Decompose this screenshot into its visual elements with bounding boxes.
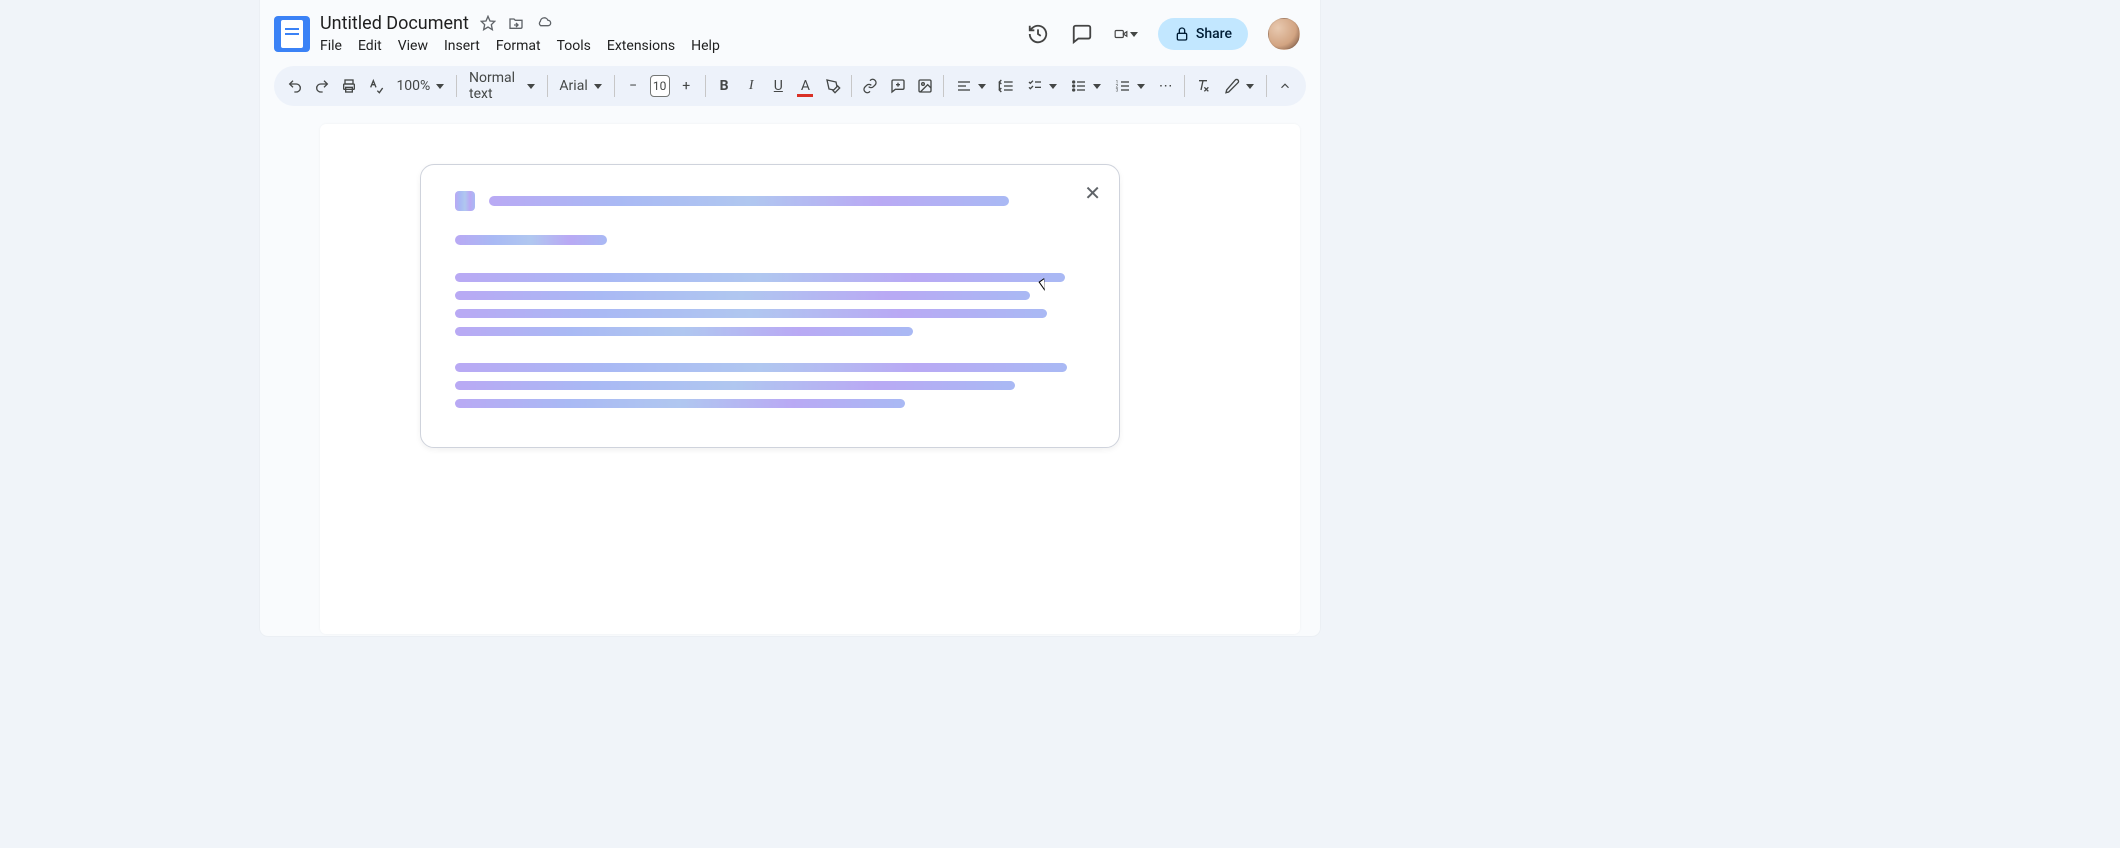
menu-view[interactable]: View [398, 36, 428, 56]
ai-loading-chip [455, 191, 475, 211]
clear-formatting-icon[interactable] [1193, 72, 1214, 100]
bulleted-list-dropdown[interactable] [1067, 78, 1105, 94]
paragraph-style-dropdown[interactable]: Normal text [465, 70, 539, 102]
chevron-down-icon [436, 84, 444, 89]
document-page[interactable]: ✕ [320, 124, 1300, 634]
numbered-list-dropdown[interactable]: 123 [1111, 78, 1149, 94]
spellcheck-icon[interactable] [365, 72, 386, 100]
meet-dropdown[interactable] [1114, 22, 1138, 46]
chevron-down-icon [527, 84, 535, 89]
hide-menus-icon[interactable] [1275, 72, 1296, 100]
increase-font-icon[interactable]: + [676, 72, 697, 100]
undo-icon[interactable] [284, 72, 305, 100]
line-spacing-icon[interactable] [996, 72, 1017, 100]
add-comment-icon[interactable] [887, 72, 908, 100]
chevron-down-icon [1130, 32, 1138, 37]
chevron-down-icon [594, 84, 602, 89]
text-color-letter: A [797, 78, 813, 94]
underline-button[interactable]: U [768, 72, 789, 100]
menu-bar: File Edit View Insert Format Tools Exten… [320, 36, 720, 56]
style-value: Normal text [469, 70, 521, 102]
italic-button[interactable]: I [741, 72, 762, 100]
title-and-menu: Untitled Document File Edit View Insert … [320, 13, 720, 56]
menu-insert[interactable]: Insert [444, 36, 480, 56]
font-family-dropdown[interactable]: Arial [555, 78, 605, 94]
ai-loading-line [455, 363, 1067, 372]
font-size-input[interactable]: 10 [650, 75, 670, 97]
menu-file[interactable]: File [320, 36, 342, 56]
menu-extensions[interactable]: Extensions [607, 36, 675, 56]
chevron-down-icon [1093, 84, 1101, 89]
decrease-font-icon[interactable]: − [622, 72, 643, 100]
ai-loading-title [489, 196, 1009, 206]
zoom-dropdown[interactable]: 100% [392, 78, 448, 94]
move-to-folder-icon[interactable] [507, 14, 525, 32]
chevron-down-icon [1246, 84, 1254, 89]
star-icon[interactable] [479, 14, 497, 32]
ai-loading-line [455, 309, 1047, 318]
svg-text:3: 3 [1116, 87, 1119, 93]
title-row: Untitled Document [320, 13, 720, 34]
bold-button[interactable]: B [714, 72, 735, 100]
docs-page-glyph [281, 20, 303, 48]
menu-tools[interactable]: Tools [557, 36, 591, 56]
cloud-saved-icon[interactable] [535, 14, 553, 32]
header-actions: Share [1026, 18, 1306, 50]
highlight-icon[interactable] [822, 72, 843, 100]
insert-image-icon[interactable] [914, 72, 935, 100]
menu-help[interactable]: Help [691, 36, 720, 56]
document-title[interactable]: Untitled Document [320, 13, 469, 34]
zoom-value: 100% [396, 78, 430, 94]
menu-format[interactable]: Format [496, 36, 541, 56]
align-dropdown[interactable] [952, 78, 990, 94]
lock-icon [1174, 26, 1190, 42]
menu-edit[interactable]: Edit [358, 36, 382, 56]
ai-loading-line [455, 273, 1065, 282]
insert-link-icon[interactable] [860, 72, 881, 100]
ai-loading-line [455, 399, 905, 408]
ai-loading-subtitle [455, 235, 607, 245]
redo-icon[interactable] [311, 72, 332, 100]
google-docs-window: Untitled Document File Edit View Insert … [260, 0, 1320, 636]
header-bar: Untitled Document File Edit View Insert … [260, 0, 1320, 58]
share-label: Share [1196, 26, 1232, 42]
version-history-icon[interactable] [1026, 22, 1050, 46]
chevron-down-icon [1049, 84, 1057, 89]
share-button[interactable]: Share [1158, 18, 1248, 50]
chevron-down-icon [1137, 84, 1145, 89]
ai-loading-line [455, 291, 1030, 300]
ai-loading-line [455, 327, 913, 336]
more-icon[interactable]: ⋯ [1155, 72, 1176, 100]
text-color-button[interactable]: A [795, 72, 816, 100]
print-icon[interactable] [338, 72, 359, 100]
checklist-dropdown[interactable] [1023, 78, 1061, 94]
account-avatar[interactable] [1268, 18, 1300, 50]
font-value: Arial [559, 78, 587, 94]
close-icon[interactable]: ✕ [1084, 181, 1101, 205]
ai-suggestion-card: ✕ [420, 164, 1120, 448]
chevron-down-icon [978, 84, 986, 89]
editing-mode-dropdown[interactable] [1220, 78, 1258, 94]
ai-loading-line [455, 381, 1015, 390]
comment-icon[interactable] [1070, 22, 1094, 46]
toolbar: 100% Normal text Arial − 10 + B I U A 12… [274, 66, 1306, 106]
docs-app-icon[interactable] [274, 16, 310, 52]
